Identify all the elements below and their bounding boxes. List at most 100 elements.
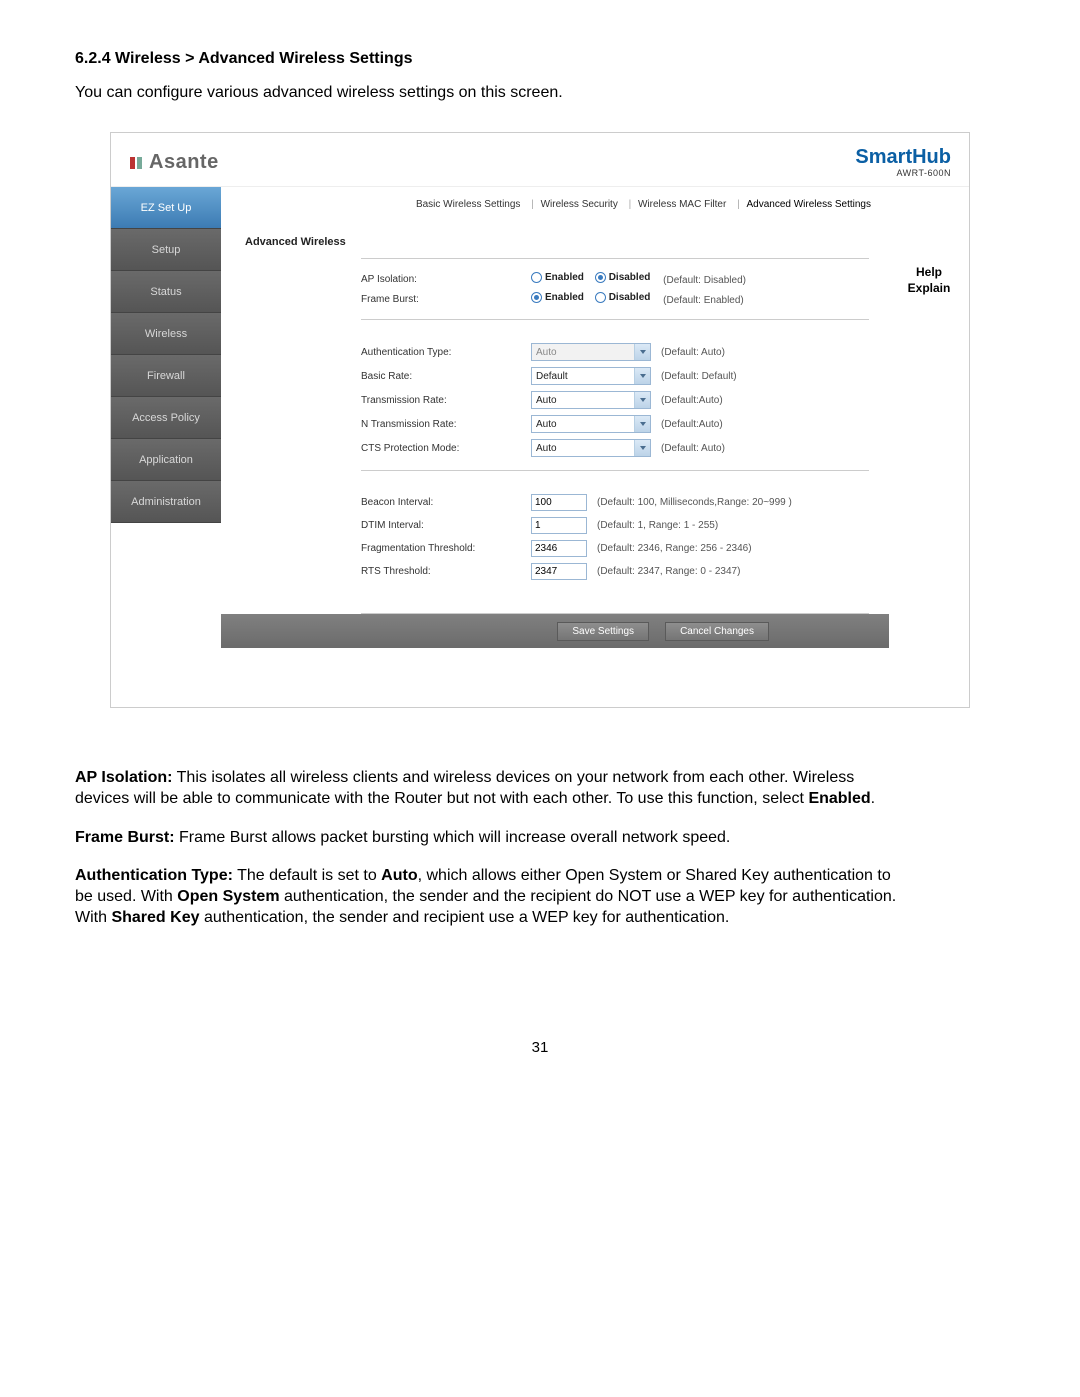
rts-hint: (Default: 2347, Range: 0 - 2347) <box>587 566 740 577</box>
brand-right: SmartHub AWRT-600N <box>855 147 951 179</box>
chevron-down-icon <box>634 416 650 432</box>
doc-para-ap-isolation: AP Isolation: This isolates all wireless… <box>75 768 905 810</box>
doc-para-auth-type: Authentication Type: The default is set … <box>75 866 905 928</box>
dtim-interval-input[interactable] <box>531 517 587 534</box>
brand-icon <box>129 155 145 171</box>
doc-intro: You can configure various advanced wirel… <box>75 84 1005 102</box>
para-bold: Open System <box>177 888 279 905</box>
nav-firewall[interactable]: Firewall <box>111 355 221 397</box>
chevron-down-icon <box>634 392 650 408</box>
auth-type-hint: (Default: Auto) <box>651 347 725 358</box>
para-text: This isolates all wireless clients and w… <box>75 769 854 807</box>
tab-bar: Basic Wireless SettingsWireless Security… <box>221 199 889 222</box>
dtim-hint: (Default: 1, Range: 1 - 255) <box>587 520 718 531</box>
para-lead: Authentication Type: <box>75 867 233 884</box>
nav-wireless[interactable]: Wireless <box>111 313 221 355</box>
auth-type-select[interactable]: Auto <box>531 343 651 361</box>
doc-para-frame-burst: Frame Burst: Frame Burst allows packet b… <box>75 828 905 849</box>
radio-icon <box>595 292 606 303</box>
tab-mac-filter[interactable]: Wireless MAC Filter <box>622 199 731 210</box>
sidebar: EZ Set Up Setup Status Wireless Firewall… <box>111 187 221 707</box>
para-lead: AP Isolation: <box>75 769 173 786</box>
tab-basic-wireless[interactable]: Basic Wireless Settings <box>412 199 524 210</box>
radio-label: Enabled <box>545 292 584 303</box>
frag-hint: (Default: 2346, Range: 256 - 2346) <box>587 543 752 554</box>
para-text: The default is set to <box>233 867 381 884</box>
brand-left-text: Asante <box>149 151 219 174</box>
brand-right-title: SmartHub <box>855 147 951 167</box>
select-value: Auto <box>532 347 634 358</box>
help-column: Help Explain <box>889 187 969 707</box>
brand-left: Asante <box>129 151 219 174</box>
label-n-tx-rate: N Transmission Rate: <box>361 419 531 430</box>
label-rts-threshold: RTS Threshold: <box>361 566 531 577</box>
save-settings-button[interactable]: Save Settings <box>557 622 649 641</box>
ap-isolation-hint: (Default: Disabled) <box>661 275 746 286</box>
frag-threshold-input[interactable] <box>531 540 587 557</box>
nav-setup[interactable]: Setup <box>111 229 221 271</box>
ap-isolation-enabled-radio[interactable]: Enabled <box>531 272 584 283</box>
tx-rate-select[interactable]: Auto <box>531 391 651 409</box>
label-beacon-interval: Beacon Interval: <box>361 497 531 508</box>
cancel-changes-button[interactable]: Cancel Changes <box>665 622 769 641</box>
chevron-down-icon <box>634 368 650 384</box>
select-value: Auto <box>532 395 634 406</box>
radio-icon <box>531 272 542 283</box>
beacon-interval-input[interactable] <box>531 494 587 511</box>
nav-access-policy[interactable]: Access Policy <box>111 397 221 439</box>
label-dtim-interval: DTIM Interval: <box>361 520 531 531</box>
para-bold: Enabled <box>808 790 870 807</box>
nav-ez-setup[interactable]: EZ Set Up <box>111 187 221 229</box>
help-label: Help <box>889 265 969 281</box>
para-lead: Frame Burst: <box>75 829 175 846</box>
cts-mode-hint: (Default: Auto) <box>651 443 725 454</box>
rts-threshold-input[interactable] <box>531 563 587 580</box>
ap-isolation-disabled-radio[interactable]: Disabled <box>595 272 651 283</box>
main-panel: Basic Wireless SettingsWireless Security… <box>221 187 889 707</box>
tab-advanced-wireless[interactable]: Advanced Wireless Settings <box>730 199 875 210</box>
select-value: Default <box>532 371 634 382</box>
beacon-hint: (Default: 100, Milliseconds,Range: 20~99… <box>587 497 792 508</box>
tx-rate-hint: (Default:Auto) <box>651 395 723 406</box>
brand-model: AWRT-600N <box>896 168 951 178</box>
frame-burst-enabled-radio[interactable]: Enabled <box>531 292 584 303</box>
para-text: Frame Burst allows packet bursting which… <box>175 829 731 846</box>
doc-heading: 6.2.4 Wireless > Advanced Wireless Setti… <box>75 50 1005 68</box>
label-cts-mode: CTS Protection Mode: <box>361 443 531 454</box>
label-tx-rate: Transmission Rate: <box>361 395 531 406</box>
para-text: authentication, the sender and recipient… <box>200 909 730 926</box>
para-tail: . <box>871 790 875 807</box>
ui-header: Asante SmartHub AWRT-600N <box>111 133 969 187</box>
label-auth-type: Authentication Type: <box>361 347 531 358</box>
basic-rate-select[interactable]: Default <box>531 367 651 385</box>
select-value: Auto <box>532 419 634 430</box>
frame-burst-disabled-radio[interactable]: Disabled <box>595 292 651 303</box>
nav-administration[interactable]: Administration <box>111 481 221 523</box>
n-tx-rate-hint: (Default:Auto) <box>651 419 723 430</box>
group-radio-options: AP Isolation: Enabled Disabled (Default:… <box>361 258 869 320</box>
nav-status[interactable]: Status <box>111 271 221 313</box>
frame-burst-hint: (Default: Enabled) <box>661 295 744 306</box>
group-numeric: Beacon Interval: (Default: 100, Millisec… <box>361 481 869 614</box>
chevron-down-icon <box>634 344 650 360</box>
radio-label: Enabled <box>545 272 584 283</box>
footer-bar: Save Settings Cancel Changes <box>221 614 889 648</box>
panel-title: Advanced Wireless <box>221 222 889 248</box>
router-ui-screenshot: Asante SmartHub AWRT-600N EZ Set Up Setu… <box>110 132 970 708</box>
select-value: Auto <box>532 443 634 454</box>
explain-label: Explain <box>889 281 969 297</box>
para-bold: Auto <box>381 867 417 884</box>
n-tx-rate-select[interactable]: Auto <box>531 415 651 433</box>
label-frame-burst: Frame Burst: <box>361 294 531 305</box>
nav-application[interactable]: Application <box>111 439 221 481</box>
group-selects: Authentication Type: Auto (Default: Auto… <box>361 330 869 471</box>
para-bold: Shared Key <box>111 909 199 926</box>
label-ap-isolation: AP Isolation: <box>361 274 531 285</box>
chevron-down-icon <box>634 440 650 456</box>
page-number: 31 <box>75 1039 1005 1056</box>
cts-mode-select[interactable]: Auto <box>531 439 651 457</box>
basic-rate-hint: (Default: Default) <box>651 371 737 382</box>
radio-label: Disabled <box>609 272 651 283</box>
tab-wireless-security[interactable]: Wireless Security <box>524 199 621 210</box>
radio-icon <box>595 272 606 283</box>
